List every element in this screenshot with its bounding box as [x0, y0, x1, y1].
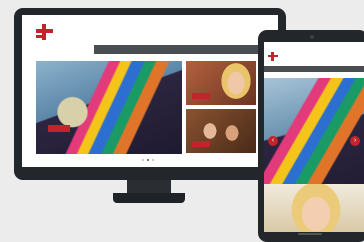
hero-slide[interactable] — [36, 61, 182, 154]
chevron-left-icon[interactable]: ‹ — [268, 136, 278, 146]
tablet-screen: ‹ › — [264, 42, 364, 232]
slider-dot-active[interactable] — [147, 159, 149, 161]
monitor-stand-neck — [127, 180, 171, 194]
hero-button[interactable] — [48, 125, 70, 132]
card-button[interactable] — [192, 93, 210, 99]
feature-card[interactable] — [186, 109, 256, 153]
slider-dots — [142, 159, 154, 161]
logo-icon[interactable] — [268, 52, 278, 61]
camera-icon — [310, 35, 314, 39]
monitor-stand-base — [113, 193, 185, 203]
main-navigation — [94, 45, 278, 54]
card-button[interactable] — [192, 141, 210, 147]
main-navigation[interactable] — [264, 66, 364, 72]
feature-card[interactable] — [186, 61, 256, 105]
slider-dot[interactable] — [152, 159, 154, 161]
slider-dot[interactable] — [142, 159, 144, 161]
feature-card[interactable] — [264, 184, 364, 232]
desktop-screen — [22, 15, 278, 167]
chevron-right-icon[interactable]: › — [350, 136, 360, 146]
logo-icon[interactable] — [36, 24, 53, 40]
home-indicator — [298, 233, 322, 235]
